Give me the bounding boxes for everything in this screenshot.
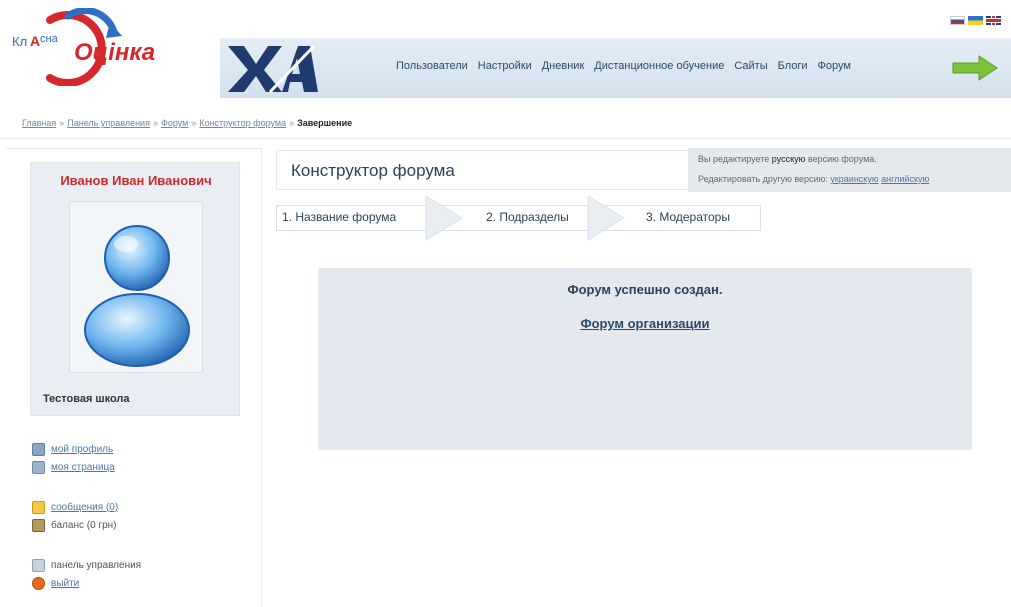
divider [0,138,1011,139]
breadcrumb: Главная» Панель управления» Форум» Конструк… [22,118,352,128]
step-2-subsections[interactable]: 2. Подразделы [486,210,569,224]
svg-text:сна: сна [40,33,59,45]
edit-ukrainian-link[interactable]: украинскую [830,174,878,184]
flag-ua-icon[interactable] [968,16,983,25]
sidebar-item-label[interactable]: моя страница [51,462,115,473]
exit-icon [32,576,45,590]
flag-uk-icon[interactable] [986,16,1001,25]
sidebar-item-label[interactable]: мой профиль [51,444,113,455]
user-avatar-icon [84,225,190,367]
breadcrumb-separator: » [289,118,295,128]
breadcrumb-current: Завершение [297,118,353,128]
nav-users[interactable]: Пользователи [396,60,468,72]
nav-settings[interactable]: Настройки [478,60,532,72]
sidebar-item-my-page[interactable]: моя страница [32,458,141,476]
breadcrumb-separator: » [59,118,65,128]
panel-icon [32,558,45,572]
nav-sites[interactable]: Сайты [734,60,767,72]
sidebar-item-logout[interactable]: выйти [32,574,141,592]
sidebar-item-balance[interactable]: баланс (0 грн) [32,516,141,534]
sidebar-item-label[interactable]: панель управления [51,560,141,571]
sidebar-item-label[interactable]: баланс (0 грн) [51,520,117,531]
nav-diary[interactable]: Дневник [542,60,585,72]
sidebar-item-messages[interactable]: сообщения (0) [32,498,141,516]
page-title: Конструктор форума [291,161,455,180]
wizard-steps: 1. Название форума 2. Подразделы 3. Моде… [276,196,766,242]
svg-text:Оцінка: Оцінка [74,39,155,66]
breadcrumb-separator: » [191,118,197,128]
nav-blogs[interactable]: Блоги [778,60,808,72]
wallet-icon [32,518,45,532]
avatar [69,201,203,373]
xai-logo[interactable] [226,42,318,94]
sidebar-item-control-panel[interactable]: панель управления [32,556,141,574]
flag-ru-icon[interactable] [950,16,965,25]
user-name[interactable]: Иванов Иван Иванович [31,173,241,188]
edit-suffix: версию форума. [807,154,877,164]
forum-link[interactable]: Форум организации [318,316,972,331]
svg-text:А: А [30,33,40,49]
success-message: Форум успешно создан. [567,282,723,297]
breadcrumb-home[interactable]: Главная [22,118,56,128]
page-icon [32,460,45,474]
edit-other-version: Редактировать другую версию: украинскую … [698,174,929,184]
breadcrumb-separator: » [152,118,158,128]
sidebar-item-label[interactable]: сообщения (0) [51,502,118,513]
step-1-name[interactable]: 1. Название форума [282,210,396,224]
edit-current-version: Вы редактируете русскую версию форума. [698,154,877,164]
nav-distance-learning[interactable]: Дистанционное обучение [594,60,724,72]
school-name: Тестовая школа [43,393,130,405]
sidebar-item-my-profile[interactable]: мой профиль [32,440,141,458]
svg-text:Кл: Кл [12,34,27,49]
edit-english-link[interactable]: английскую [881,174,929,184]
page-title-box: Конструктор форума [276,150,690,190]
breadcrumb-forum-constructor[interactable]: Конструктор форума [199,118,286,128]
step-3-moderators[interactable]: 3. Модераторы [646,210,730,224]
language-edit-notice: Вы редактируете русскую версию форума. Р… [688,148,1011,192]
mail-icon [32,500,45,514]
language-flags [950,16,1001,25]
site-logo[interactable]: Кл А сна Оцінка [10,8,180,86]
edit-current-lang: русскую [771,154,806,164]
profile-card: Иванов Иван Иванович Тестовая школа [30,162,240,416]
breadcrumb-control-panel[interactable]: Панель управления [67,118,150,128]
arrow-right-icon[interactable] [951,54,999,82]
profile-icon [32,442,45,456]
edit-other-prefix: Редактировать другую версию: [698,174,828,184]
success-panel: Форум успешно создан. Форум организации [318,268,972,450]
top-banner: Пользователи Настройки Дневник Дистанцио… [220,38,1011,98]
nav-forum[interactable]: Форум [818,60,851,72]
sidebar-links: мой профиль моя страница сообщения (0) б… [32,440,141,592]
edit-prefix: Вы редактируете [698,154,770,164]
main-nav: Пользователи Настройки Дневник Дистанцио… [396,60,851,72]
sidebar-item-label[interactable]: выйти [51,578,79,589]
breadcrumb-forum[interactable]: Форум [161,118,188,128]
